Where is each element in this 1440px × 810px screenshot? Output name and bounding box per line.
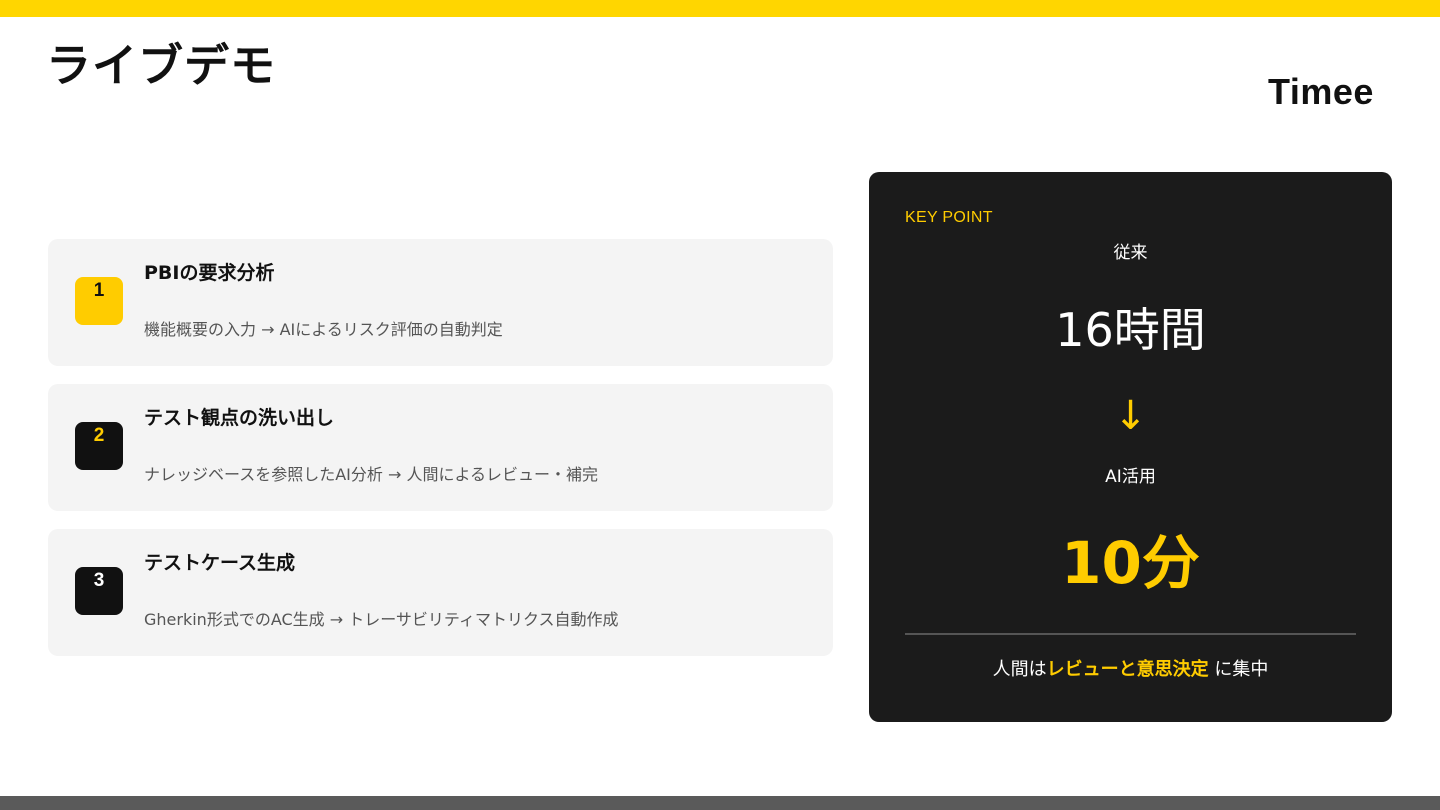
footer-highlight: レビューと意思決定 xyxy=(1046,659,1209,680)
step-description: Gherkin形式でのAC生成 → トレーサビリティマトリクス自動作成 xyxy=(144,610,619,629)
step-description: ナレッジベースを参照したAI分析 → 人間によるレビュー・補完 xyxy=(144,465,598,484)
after-label: AI活用 xyxy=(1105,467,1156,487)
top-accent-bar xyxy=(0,0,1440,17)
step-description: 機能概要の入力 → AIによるリスク評価の自動判定 xyxy=(144,320,503,339)
key-point-label: KEY POINT xyxy=(905,209,993,226)
footer-prefix: 人間は xyxy=(992,659,1047,680)
key-point-panel: KEY POINT 従来 16時間 ↓ AI活用 10分 人間はレビューと意思決… xyxy=(869,172,1392,722)
panel-divider xyxy=(905,633,1356,635)
page-title: ライブデモ xyxy=(46,39,277,92)
arrow-down-icon: ↓ xyxy=(1113,393,1148,439)
after-value: 10分 xyxy=(1061,529,1200,597)
bottom-bar xyxy=(0,796,1440,810)
slide: ライブデモ Timee 1 PBIの要求分析 機能概要の入力 → AIによるリス… xyxy=(0,0,1440,810)
before-value: 16時間 xyxy=(1055,303,1206,357)
timee-logo: Timee xyxy=(1268,71,1374,112)
step-number-badge: 1 xyxy=(75,277,123,325)
step-card-1: 1 PBIの要求分析 機能概要の入力 → AIによるリスク評価の自動判定 xyxy=(48,239,833,366)
steps-list: 1 PBIの要求分析 機能概要の入力 → AIによるリスク評価の自動判定 2 テ… xyxy=(48,239,833,674)
footer-suffix: に集中 xyxy=(1208,659,1269,680)
step-number-badge: 2 xyxy=(75,422,123,470)
step-card-3: 3 テストケース生成 Gherkin形式でのAC生成 → トレーサビリティマトリ… xyxy=(48,529,833,656)
step-title: PBIの要求分析 xyxy=(144,262,275,284)
before-label: 従来 xyxy=(1113,243,1148,263)
step-title: テスト観点の洗い出し xyxy=(144,407,335,429)
step-title: テストケース生成 xyxy=(144,552,296,574)
step-card-2: 2 テスト観点の洗い出し ナレッジベースを参照したAI分析 → 人間によるレビュ… xyxy=(48,384,833,511)
key-point-footer: 人間はレビューと意思決定 に集中 xyxy=(869,658,1392,682)
step-number-badge: 3 xyxy=(75,567,123,615)
